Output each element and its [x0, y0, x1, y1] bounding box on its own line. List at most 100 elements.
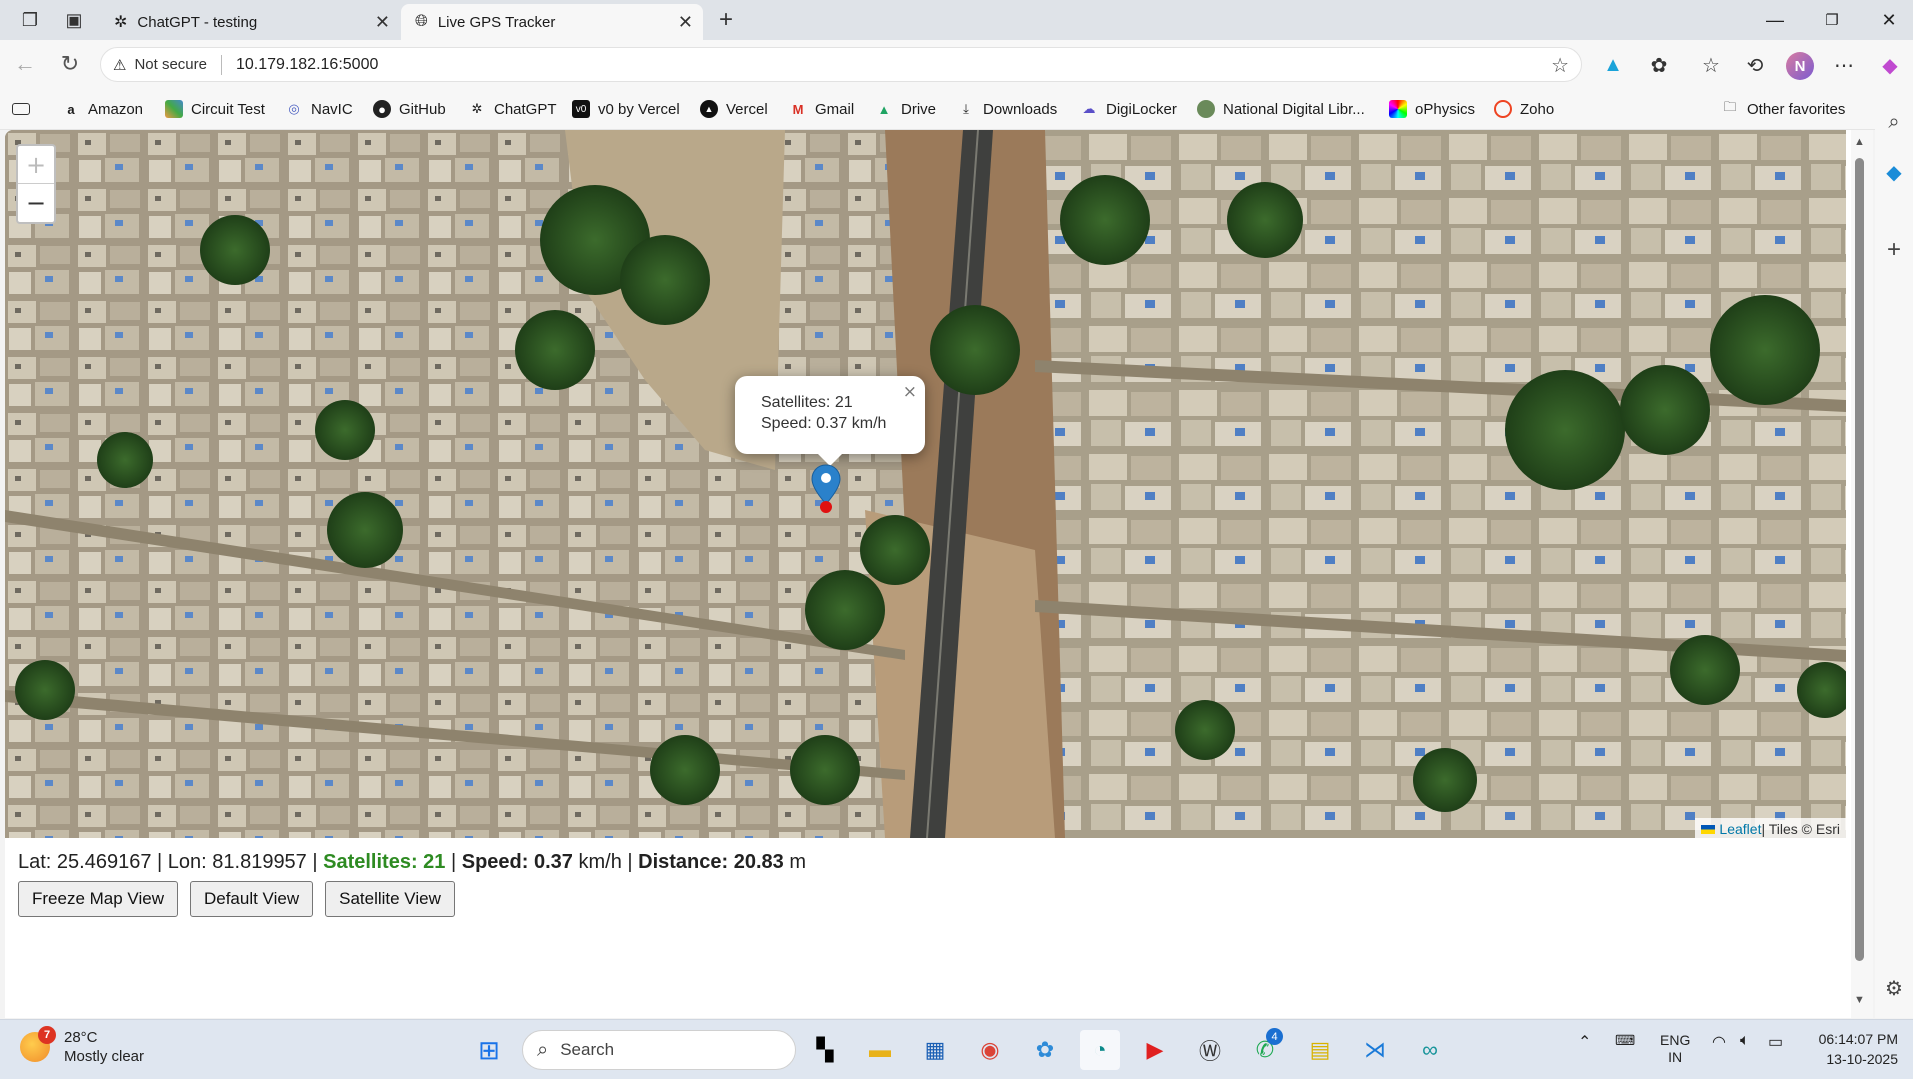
chrome-icon[interactable]: ◉ [970, 1030, 1010, 1070]
zoom-out-button[interactable]: − [18, 184, 54, 222]
page-scrollbar[interactable]: ▲ ▼ [1851, 130, 1873, 1018]
history-icon[interactable]: ⟲ [1741, 51, 1769, 79]
wifi-icon[interactable]: ◠ [1712, 1032, 1726, 1052]
language-indicator[interactable]: ENG IN [1660, 1032, 1690, 1066]
workspaces-icon[interactable]: ❐ [17, 8, 43, 32]
fav-digilocker[interactable]: ☁ DigiLocker [1080, 98, 1177, 120]
start-icon[interactable]: ⊞ [469, 1030, 509, 1070]
location-marker-icon[interactable] [811, 464, 841, 520]
fav-ophysics[interactable]: oPhysics [1389, 98, 1475, 120]
search-placeholder: Search [560, 1040, 615, 1059]
favorites-icon[interactable]: ☆ [1697, 51, 1725, 79]
circuit-icon [165, 100, 183, 118]
ukraine-flag-icon [1701, 824, 1716, 834]
fav-v0[interactable]: v0 v0 by Vercel [572, 98, 680, 120]
keyboard-icon[interactable]: ⌨ [1615, 1032, 1635, 1049]
photos-icon[interactable]: ✿ [1025, 1030, 1065, 1070]
fav-label: GitHub [399, 100, 446, 118]
leaflet-link[interactable]: Leaflet [1701, 821, 1761, 837]
other-favorites[interactable]: 🗀 Other favorites [1721, 98, 1845, 120]
copilot-extension-icon[interactable]: ▲ [1599, 51, 1627, 79]
vscode-icon[interactable]: ⋊ [1355, 1030, 1395, 1070]
extensions-icon[interactable]: ✿ [1645, 51, 1673, 79]
fav-navic[interactable]: ◎ NavIC [285, 98, 352, 120]
fav-label: Zoho [1520, 100, 1555, 118]
scroll-down-icon[interactable]: ▼ [1854, 994, 1865, 1006]
fav-zoho[interactable]: Zoho [1494, 98, 1554, 120]
settings-icon[interactable]: ⚙ [1882, 976, 1906, 1000]
restore-icon[interactable]: ❐ [1809, 6, 1855, 34]
favorite-star-icon[interactable]: ☆ [1551, 53, 1569, 78]
close-icon[interactable]: ✕ [375, 12, 390, 33]
search-icon[interactable]: ⌕ [1882, 110, 1906, 134]
fav-amazon[interactable]: a Amazon [62, 98, 143, 120]
fav-chatgpt[interactable]: ✲ ChatGPT [468, 98, 557, 120]
digilocker-icon: ☁ [1082, 101, 1096, 116]
tab-live-gps-tracker[interactable]: 🌐︎ Live GPS Tracker ✕ [401, 4, 703, 40]
volume-icon[interactable]: 🔈︎ [1740, 1032, 1750, 1050]
close-icon[interactable]: ✕ [678, 12, 693, 33]
tab-title: Live GPS Tracker [437, 13, 556, 31]
store-icon[interactable]: ▦ [915, 1030, 955, 1070]
more-menu-icon[interactable]: ⋯ [1830, 51, 1858, 79]
arduino-icon[interactable]: ∞ [1410, 1030, 1450, 1070]
warning-icon[interactable]: ⚠ [113, 56, 126, 74]
fav-national-digital-library[interactable]: National Digital Libr... [1197, 98, 1365, 120]
new-tab-icon[interactable]: + [713, 6, 739, 33]
window-close-icon[interactable]: ✕ [1866, 6, 1912, 34]
popup-close-button[interactable]: × [903, 382, 917, 403]
default-view-button[interactable]: Default View [189, 881, 314, 917]
popup-satellites: Satellites: 21 [761, 394, 853, 411]
system-clock[interactable]: 06:14:07 PM 13-10-2025 [1808, 1029, 1898, 1069]
satellite-view-button[interactable]: Satellite View [325, 881, 455, 917]
view-buttons: Freeze Map View Default View Satellite V… [18, 881, 455, 917]
minimize-icon[interactable]: — [1752, 6, 1798, 34]
leaflet-label: Leaflet [1719, 821, 1762, 837]
task-view-icon[interactable]: ▚ [805, 1030, 845, 1070]
fav-vercel[interactable]: ▲ Vercel [700, 98, 768, 120]
github-icon: ● [373, 100, 391, 118]
zoom-in-button[interactable]: + [18, 146, 54, 184]
whatsapp-badge: 4 [1266, 1028, 1283, 1045]
windows-taskbar: 7 28°C Mostly clear ⊞ ⌕ Search ▚ ▬ ▦ ◉ ✿… [0, 1019, 1913, 1079]
back-icon[interactable]: ← [10, 50, 40, 78]
refresh-icon[interactable]: ↻ [55, 50, 85, 78]
weather-widget[interactable]: 7 28°C Mostly clear [20, 1026, 144, 1066]
weather-badge: 7 [38, 1026, 56, 1044]
copilot-icon[interactable]: ◆ [1876, 51, 1904, 79]
notes-icon[interactable]: ▤ [1300, 1030, 1340, 1070]
scroll-up-icon[interactable]: ▲ [1854, 136, 1865, 148]
file-explorer-icon[interactable]: ▬ [860, 1030, 900, 1070]
add-icon[interactable]: + [1882, 236, 1906, 263]
fav-label: Drive [901, 100, 937, 118]
shopping-icon[interactable]: ◆ [1882, 160, 1906, 184]
whatsapp-icon[interactable]: ✆ 4 [1245, 1028, 1285, 1070]
fav-drive[interactable]: ▲ Drive [875, 98, 936, 120]
freeze-map-view-button[interactable]: Freeze Map View [18, 881, 178, 917]
wordpress-icon[interactable]: Ⓦ [1190, 1030, 1230, 1070]
fav-label: Amazon [88, 100, 144, 118]
security-label[interactable]: Not secure [134, 56, 207, 73]
youtube-icon[interactable]: ▶ [1135, 1030, 1175, 1070]
fav-downloads[interactable]: ⤓ Downloads [957, 98, 1057, 120]
taskbar-search[interactable]: ⌕ Search [522, 1030, 796, 1070]
profile-avatar[interactable]: N [1786, 52, 1814, 80]
fav-gmail[interactable]: M Gmail [789, 98, 855, 120]
favorites-toggle-icon[interactable] [12, 98, 38, 120]
fav-github[interactable]: ● GitHub [373, 98, 446, 120]
clock-date: 13-10-2025 [1826, 1051, 1898, 1067]
tab-chatgpt[interactable]: ✲ ChatGPT - testing ✕ [100, 4, 400, 40]
show-hidden-icons-icon[interactable]: ⌃ [1578, 1032, 1591, 1052]
scroll-thumb[interactable] [1855, 158, 1864, 961]
address-bar[interactable]: ⚠ Not secure 10.179.182.16:5000 ☆ [100, 47, 1582, 82]
popup-speed: Speed: 0.37 km/h [761, 415, 887, 432]
fav-circuit-test[interactable]: Circuit Test [165, 98, 265, 120]
url-text[interactable]: 10.179.182.16:5000 [236, 56, 378, 74]
battery-icon[interactable]: ▭ [1768, 1032, 1783, 1052]
vertical-tabs-icon[interactable]: ▣ [61, 8, 87, 32]
satellite-map[interactable]: + − Satellites: 21 Speed: 0.37 km/h × Le… [5, 130, 1846, 838]
speed-label: Speed: [461, 851, 534, 873]
lang-bottom: IN [1668, 1049, 1683, 1065]
fav-label: oPhysics [1415, 100, 1476, 118]
edge-icon[interactable]: ◔ [1080, 1030, 1120, 1070]
